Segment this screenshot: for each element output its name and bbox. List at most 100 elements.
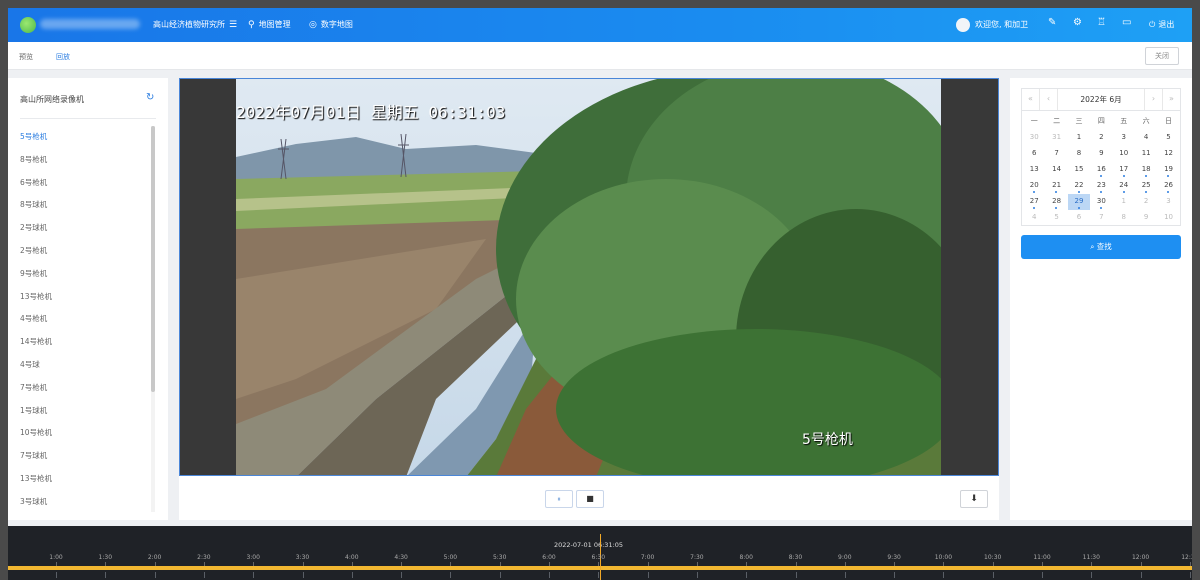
- camera-item[interactable]: 6号枪机: [20, 172, 52, 195]
- camera-item[interactable]: 8号枪机: [20, 149, 52, 172]
- calendar-day[interactable]: 30: [1090, 194, 1112, 210]
- calendar-day[interactable]: 8: [1113, 210, 1135, 226]
- calendar-day[interactable]: 2: [1135, 194, 1157, 210]
- tab-preview[interactable]: 预览: [19, 52, 33, 62]
- calendar-day[interactable]: 10: [1157, 210, 1179, 226]
- camera-item[interactable]: 14号枪机: [20, 331, 52, 354]
- calendar-day[interactable]: 12: [1157, 146, 1179, 162]
- calendar-day[interactable]: 1: [1068, 130, 1090, 146]
- gear-icon[interactable]: ⚙: [1073, 17, 1082, 28]
- calendar-day[interactable]: 6: [1068, 210, 1090, 226]
- calendar-day[interactable]: 26: [1157, 178, 1179, 194]
- timeline-tick: [105, 562, 107, 566]
- camera-item[interactable]: 7号枪机: [20, 377, 52, 400]
- timeline-tick-label: 3:30: [295, 554, 310, 561]
- calendar-day[interactable]: 1: [1113, 194, 1135, 210]
- pause-button[interactable]: ⏸: [545, 490, 573, 508]
- camera-item[interactable]: 7号球机: [20, 445, 52, 468]
- calendar-day-selected[interactable]: 29: [1067, 194, 1091, 210]
- calendar-day[interactable]: 20: [1023, 178, 1045, 194]
- timeline-tick-label: 1:30: [98, 554, 113, 561]
- calendar-day[interactable]: 3: [1113, 130, 1135, 146]
- location-icon: ◎: [309, 19, 317, 30]
- camera-item[interactable]: 2号枪机: [20, 240, 52, 263]
- close-button[interactable]: 关闭: [1145, 47, 1179, 65]
- camera-item[interactable]: 1号球机: [20, 400, 52, 423]
- weekday-label: 日: [1165, 117, 1173, 125]
- camera-item[interactable]: 8号球机: [20, 194, 52, 217]
- monitor-icon[interactable]: ▭: [1122, 17, 1131, 28]
- calendar-day[interactable]: 5: [1045, 210, 1067, 226]
- tab-playback[interactable]: 回放: [56, 52, 70, 62]
- avatar[interactable]: [956, 18, 970, 32]
- timeline-tick: [992, 562, 994, 566]
- calendar-day[interactable]: 7: [1090, 210, 1112, 226]
- calendar-day[interactable]: 27: [1023, 194, 1045, 210]
- timeline-tick: [696, 562, 698, 566]
- timeline-cursor-label: 2022-07-01 06:31:05: [554, 541, 624, 549]
- scrollbar-thumb[interactable]: [151, 126, 155, 392]
- menu-icon[interactable]: ☰: [229, 20, 237, 30]
- camera-item[interactable]: 9号枪机: [20, 263, 52, 286]
- camera-item[interactable]: 13号枪机: [20, 468, 52, 491]
- camera-item[interactable]: 10号枪机: [20, 422, 52, 445]
- calendar-day[interactable]: 9: [1090, 146, 1112, 162]
- calendar-day[interactable]: 4: [1023, 210, 1045, 226]
- scrollbar[interactable]: [151, 126, 155, 512]
- prev-month-button[interactable]: ‹: [1040, 89, 1058, 110]
- calendar-day[interactable]: 16: [1090, 162, 1112, 178]
- calendar-day[interactable]: 31: [1045, 130, 1067, 146]
- org-name[interactable]: 高山经济植物研究所 ☰: [153, 19, 237, 30]
- camera-sidebar: 高山所网络录像机 ↻ 5号枪机 8号枪机 6号枪机 8号球机 2号球机 2号枪机 9号枪机 1…: [8, 78, 168, 520]
- calendar-day[interactable]: 17: [1113, 162, 1135, 178]
- calendar-day[interactable]: 9: [1135, 210, 1157, 226]
- calendar-day[interactable]: 8: [1068, 146, 1090, 162]
- timeline-tick-label: 10:00: [934, 554, 953, 561]
- camera-item[interactable]: 4号球: [20, 354, 52, 377]
- nav-digital-map[interactable]: ◎ 数字地图: [309, 19, 353, 30]
- next-year-button[interactable]: »: [1162, 89, 1180, 110]
- timeline-tick: [351, 562, 353, 566]
- calendar-day[interactable]: 5: [1157, 130, 1179, 146]
- calendar-day[interactable]: 10: [1113, 146, 1135, 162]
- calendar-day[interactable]: 15: [1068, 162, 1090, 178]
- calendar-day[interactable]: 19: [1157, 162, 1179, 178]
- calendar-day[interactable]: 2: [1090, 130, 1112, 146]
- download-icon: ⬇: [970, 494, 978, 504]
- calendar-day[interactable]: 7: [1045, 146, 1067, 162]
- calendar-day[interactable]: 18: [1135, 162, 1157, 178]
- network-icon[interactable]: ♖: [1097, 17, 1106, 28]
- weekday-label: 三: [1075, 117, 1083, 125]
- download-button[interactable]: ⬇: [960, 490, 988, 508]
- calendar-day[interactable]: 22: [1068, 178, 1090, 194]
- calendar-day[interactable]: 13: [1023, 162, 1045, 178]
- calendar-day[interactable]: 11: [1135, 146, 1157, 162]
- camera-item[interactable]: 3号球机: [20, 491, 52, 514]
- timeline-tick-label: 7:30: [690, 554, 704, 561]
- calendar-day[interactable]: 24: [1113, 178, 1135, 194]
- calendar-day[interactable]: 30: [1023, 130, 1045, 146]
- calendar-day[interactable]: 28: [1045, 194, 1067, 210]
- calendar-day[interactable]: 23: [1090, 178, 1112, 194]
- video-player[interactable]: 2022年07月01日 星期五 06:31:03 5号枪机: [179, 78, 999, 476]
- camera-item[interactable]: 2号球机: [20, 217, 52, 240]
- camera-item[interactable]: 4号枪机: [20, 308, 52, 331]
- search-button[interactable]: ⌕ 查找: [1021, 235, 1181, 259]
- logout-button[interactable]: ⏻ 退出: [1149, 19, 1174, 30]
- calendar-day[interactable]: 21: [1045, 178, 1067, 194]
- stop-button[interactable]: ■: [576, 490, 604, 508]
- playback-timeline[interactable]: 2022-07-01 06:31:05 1:00 1:30 2:00 2:30 3:00…: [8, 526, 1192, 580]
- camera-item[interactable]: 5号枪机: [20, 126, 52, 149]
- timeline-tick-label: 3:00: [246, 554, 260, 561]
- calendar-day[interactable]: 3: [1157, 194, 1179, 210]
- wrench-icon[interactable]: ✎: [1048, 17, 1056, 28]
- calendar-day[interactable]: 25: [1135, 178, 1157, 194]
- calendar-day[interactable]: 14: [1045, 162, 1067, 178]
- calendar-day[interactable]: 4: [1135, 130, 1157, 146]
- camera-item[interactable]: 13号枪机: [20, 286, 52, 309]
- refresh-icon[interactable]: ↻: [146, 92, 154, 103]
- next-month-button[interactable]: ›: [1144, 89, 1162, 110]
- calendar-day[interactable]: 6: [1023, 146, 1045, 162]
- nav-map-management[interactable]: ⚲ 地图管理: [248, 19, 291, 30]
- prev-year-button[interactable]: «: [1022, 89, 1040, 110]
